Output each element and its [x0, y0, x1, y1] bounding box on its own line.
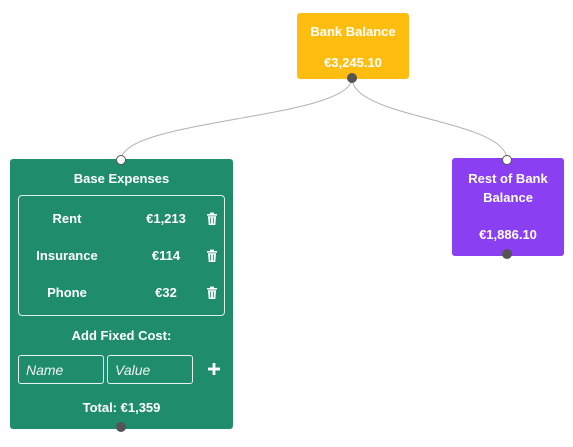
bank-balance-output-handle[interactable] — [347, 73, 357, 83]
fixed-cost-name: Phone — [47, 285, 87, 300]
rest-of-bank-balance-input-handle[interactable] — [502, 155, 512, 165]
base-expenses-output-handle[interactable] — [116, 422, 126, 432]
fixed-cost-row: Phone €32 — [19, 281, 224, 305]
fixed-cost-value: €32 — [155, 285, 177, 300]
plus-icon[interactable] — [205, 360, 223, 378]
cost-value-input[interactable] — [107, 355, 193, 384]
cost-name-input[interactable] — [18, 355, 104, 384]
add-fixed-cost-label: Add Fixed Cost: — [71, 328, 172, 343]
fixed-cost-row: Rent €1,213 — [19, 207, 224, 231]
bank-balance-title: Bank Balance — [310, 24, 396, 39]
base-expenses-input-handle[interactable] — [116, 155, 126, 165]
fixed-cost-row: Insurance €114 — [19, 244, 224, 268]
fixed-cost-name: Insurance — [36, 248, 98, 263]
rest-of-bank-balance-title: Rest of Bank Balance — [468, 171, 548, 205]
fixed-cost-value: €1,213 — [146, 211, 186, 226]
trash-icon[interactable] — [205, 212, 219, 226]
bank-balance-node[interactable]: Bank Balance €3,245.10 — [297, 13, 409, 79]
fixed-costs-list: Rent €1,213 Insurance €114 Phone €32 — [18, 195, 225, 316]
edge-bank-to-base[interactable] — [120, 77, 353, 161]
trash-icon[interactable] — [205, 249, 219, 263]
rest-of-bank-balance-amount: €1,886.10 — [479, 227, 537, 242]
base-expenses-title: Base Expenses — [73, 171, 170, 186]
trash-icon[interactable] — [205, 286, 219, 300]
rest-of-bank-balance-output-handle[interactable] — [502, 249, 512, 259]
fixed-cost-value: €114 — [151, 248, 181, 263]
base-expenses-node[interactable]: Base Expenses Rent €1,213 Insurance €114 — [10, 159, 233, 429]
bank-balance-amount: €3,245.10 — [324, 55, 382, 70]
rest-of-bank-balance-node[interactable]: Rest of Bank Balance €1,886.10 — [452, 158, 564, 256]
fixed-cost-name: Rent — [52, 211, 82, 226]
base-expenses-total: Total: €1,359 — [82, 400, 161, 415]
edge-bank-to-rest[interactable] — [351, 77, 508, 161]
